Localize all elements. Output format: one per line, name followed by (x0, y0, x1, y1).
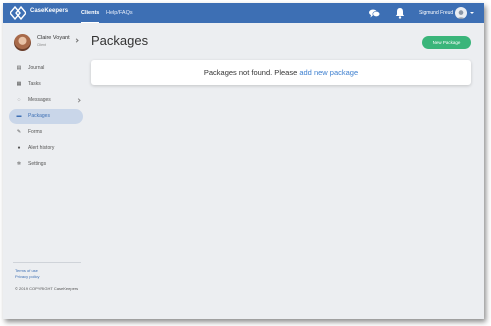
packages-icon: ▬ (16, 113, 22, 119)
client-avatar[interactable] (14, 34, 31, 51)
casekeepers-logo-icon[interactable] (10, 6, 26, 20)
chat-icon[interactable] (369, 9, 380, 18)
sidebar-item-packages[interactable]: ▬ Packages (9, 109, 83, 124)
page-title: Packages (91, 33, 149, 48)
copyright-text: © 2019 COPYRIGHT CaseKeepers (15, 286, 79, 291)
app-window: CaseKeepers Clients Help/FAQs Sigmund Fr… (3, 3, 484, 319)
new-package-button[interactable]: New Package (422, 36, 471, 49)
sidebar-item-alert-history[interactable]: ● Alert history (9, 141, 83, 156)
chevron-right-icon[interactable] (74, 38, 79, 43)
tasks-icon: ▦ (16, 81, 22, 87)
chevron-right-icon (76, 98, 81, 103)
sidebar-item-label: Forms (28, 129, 43, 135)
sidebar-item-label: Alert history (28, 145, 55, 151)
sidebar-item-settings[interactable]: ✲ Settings (9, 157, 83, 172)
client-name[interactable]: Claire Voyant (37, 35, 70, 41)
forms-icon: ✎ (16, 129, 22, 135)
empty-state-card: Packages not found. Please add new packa… (91, 60, 471, 85)
settings-icon: ✲ (16, 161, 22, 167)
sidebar-item-journal[interactable]: ▤ Journal (9, 61, 83, 76)
client-role: Client (37, 43, 46, 47)
nav-help-faqs[interactable]: Help/FAQs (106, 3, 133, 23)
privacy-policy-link[interactable]: Privacy policy (15, 274, 39, 279)
brand-name[interactable]: CaseKeepers (30, 8, 68, 14)
sidebar-item-tasks[interactable]: ▦ Tasks (9, 77, 83, 92)
messages-icon: ◌ (17, 97, 21, 103)
user-name[interactable]: Sigmund Freud (419, 3, 453, 23)
sidebar-item-label: Tasks (28, 81, 41, 87)
caret-down-icon[interactable] (470, 12, 474, 14)
journal-icon: ▤ (16, 65, 22, 71)
sidebar-item-label: Settings (28, 161, 47, 167)
add-new-package-link[interactable]: add new package (299, 68, 358, 77)
user-avatar-icon[interactable] (455, 7, 467, 19)
nav-clients[interactable]: Clients (81, 3, 100, 23)
terms-of-use-link[interactable]: Terms of use (15, 268, 38, 273)
bell-icon[interactable] (395, 7, 405, 19)
empty-state-text: Packages not found. Please (203, 68, 298, 77)
sidebar-item-label: Messages (28, 97, 51, 103)
top-bar: CaseKeepers Clients Help/FAQs Sigmund Fr… (3, 3, 484, 23)
sidebar-item-label: Journal (28, 65, 45, 71)
sidebar-item-forms[interactable]: ✎ Forms (9, 125, 83, 140)
sidebar-item-messages[interactable]: ◌ Messages (9, 93, 83, 108)
sidebar-item-label: Packages (28, 113, 50, 119)
sidebar-divider (13, 262, 81, 263)
alert-icon: ● (17, 145, 21, 151)
